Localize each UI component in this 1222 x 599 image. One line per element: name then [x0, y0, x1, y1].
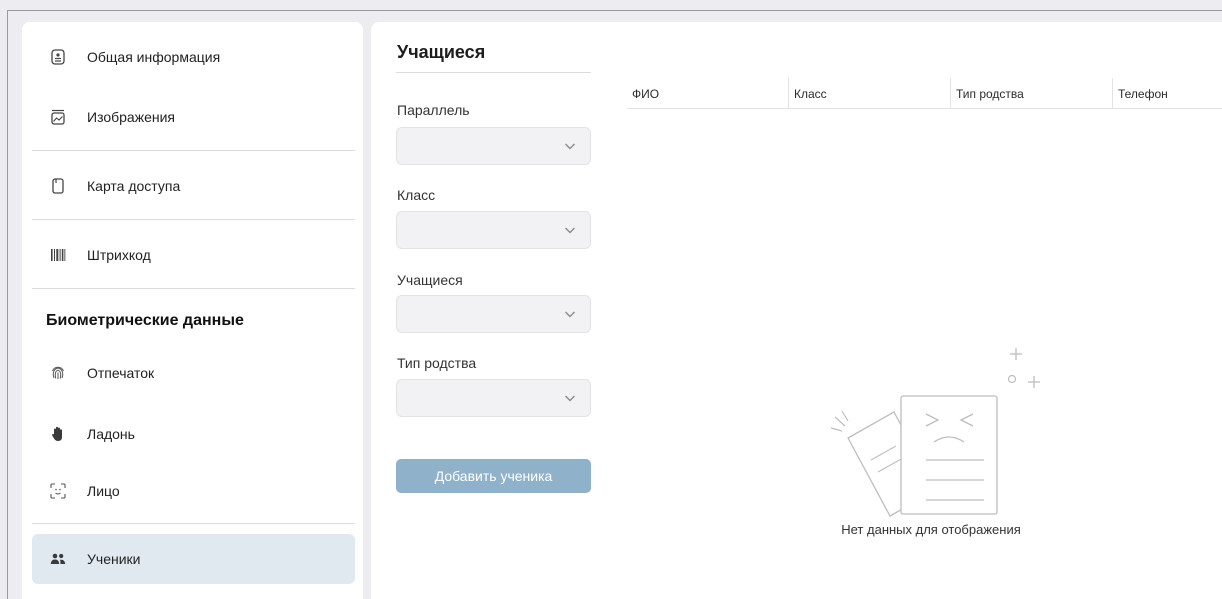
sidebar-divider: [32, 219, 355, 220]
sidebar-item-face[interactable]: Лицо: [32, 466, 355, 516]
column-header-relation[interactable]: Тип родства: [951, 78, 1113, 109]
chevron-down-icon: [565, 143, 575, 150]
empty-state-text: Нет данных для отображения: [841, 522, 1021, 537]
students-icon: [50, 551, 66, 567]
sidebar-item-label: Штрихкод: [87, 247, 151, 263]
sidebar-item-palm[interactable]: Ладонь: [32, 409, 355, 459]
class-label: Класс: [397, 187, 436, 203]
sidebar-item-label: Общая информация: [87, 49, 221, 65]
sidebar-item-label: Карта доступа: [87, 178, 181, 194]
main-panel: Учащиеся Параллель Класс Учащиеся Тип ро…: [371, 22, 1222, 599]
class-select[interactable]: [396, 211, 591, 249]
sidebar-divider: [32, 150, 355, 151]
students-select[interactable]: [396, 295, 591, 333]
sidebar-divider: [32, 288, 355, 289]
sidebar-item-general-info[interactable]: Общая информация: [32, 32, 355, 82]
sidebar-item-fingerprint[interactable]: Отпечаток: [32, 348, 355, 398]
sidebar-item-barcode[interactable]: Штрихкод: [32, 230, 355, 280]
chevron-down-icon: [565, 395, 575, 402]
parallel-label: Параллель: [397, 102, 470, 118]
barcode-icon: [50, 247, 66, 263]
column-header-phone[interactable]: Телефон: [1113, 78, 1222, 109]
palm-icon: [50, 426, 66, 442]
page-title: Учащиеся: [397, 42, 486, 62]
sidebar-item-label: Отпечаток: [87, 365, 155, 381]
face-scan-icon: [50, 483, 66, 499]
fingerprint-icon: [50, 365, 66, 381]
students-label: Учащиеся: [397, 272, 463, 288]
sidebar-item-students[interactable]: Ученики: [32, 534, 355, 584]
add-student-button[interactable]: Добавить ученика: [396, 459, 591, 493]
title-divider: [396, 72, 591, 73]
parallel-select[interactable]: [396, 127, 591, 165]
sidebar-item-label: Ученики: [87, 551, 141, 567]
sidebar-item-images[interactable]: Изображения: [32, 92, 355, 142]
column-header-class[interactable]: Класс: [789, 78, 951, 109]
sidebar-item-label: Изображения: [87, 109, 175, 125]
sidebar: Общая информация Изображения Карта досту…: [22, 22, 363, 599]
image-icon: [50, 109, 66, 125]
relation-type-select[interactable]: [396, 379, 591, 417]
column-header-fio[interactable]: ФИО: [627, 78, 789, 109]
access-card-icon: [50, 178, 66, 194]
section-heading-biometric: Биометрические данные: [46, 312, 244, 329]
chevron-down-icon: [565, 227, 575, 234]
sidebar-item-label: Лицо: [87, 483, 120, 499]
sidebar-item-access-card[interactable]: Карта доступа: [32, 161, 355, 211]
empty-state-illustration: [826, 340, 1056, 520]
sidebar-divider: [32, 523, 355, 524]
relation-type-label: Тип родства: [397, 355, 477, 371]
sidebar-item-label: Ладонь: [87, 426, 135, 442]
chevron-down-icon: [565, 311, 575, 318]
id-card-icon: [50, 49, 66, 65]
table-header: ФИО Класс Тип родства Телефон: [627, 78, 1222, 109]
